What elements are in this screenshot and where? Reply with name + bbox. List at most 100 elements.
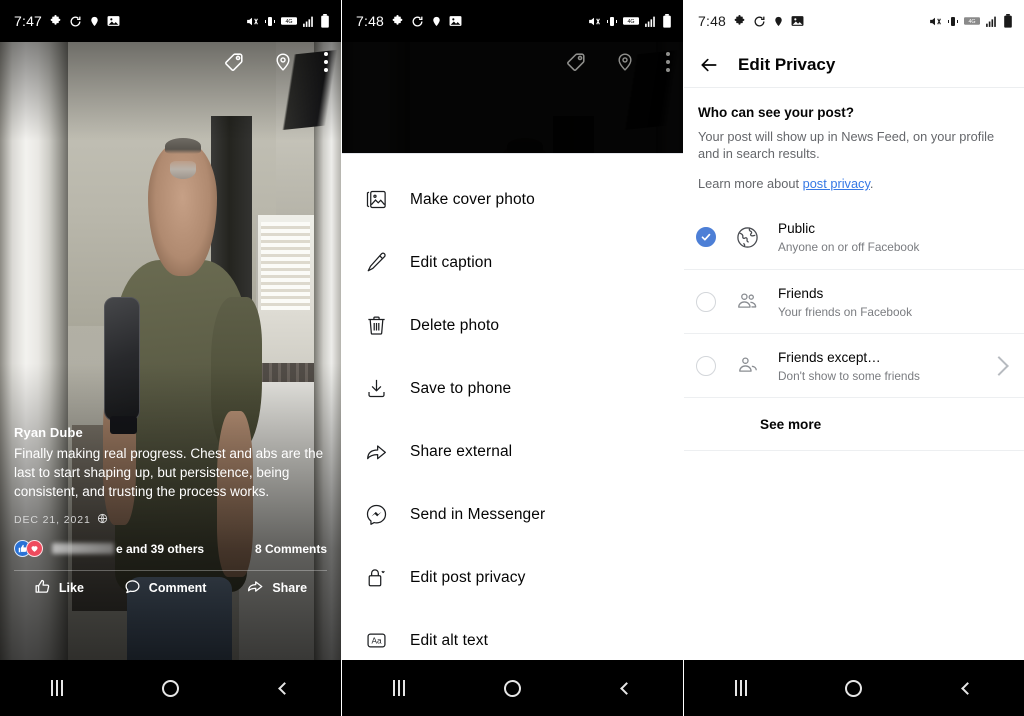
privacy-question: Who can see your post? bbox=[698, 105, 855, 120]
signal-icon bbox=[985, 15, 998, 28]
vibrate-icon bbox=[264, 15, 276, 28]
mute-icon bbox=[928, 15, 942, 28]
menu-item-label: Edit caption bbox=[410, 253, 493, 271]
privacy-option-public[interactable]: Public Anyone on or off Facebook bbox=[684, 205, 1024, 269]
signal-icon bbox=[302, 15, 315, 28]
panel-photo-view: 7:47 4G Ryan Dube Finally making real pr… bbox=[0, 0, 341, 716]
location-pin-icon[interactable] bbox=[615, 51, 635, 73]
radio-unchecked-icon[interactable] bbox=[696, 355, 716, 376]
share-arrow-icon bbox=[246, 578, 264, 598]
edit-privacy-body: Edit Privacy Who can see your post? Your… bbox=[684, 42, 1024, 660]
privacy-option-friends-except[interactable]: Friends except… Don't show to some frien… bbox=[684, 333, 1024, 397]
menu-item-save-to-phone[interactable]: Save to phone bbox=[342, 357, 683, 420]
battery-icon bbox=[662, 14, 672, 28]
back-icon[interactable] bbox=[939, 668, 995, 708]
thumbs-up-icon bbox=[34, 578, 51, 598]
reaction-count-label[interactable]: e and 39 others bbox=[52, 542, 204, 556]
location-icon bbox=[89, 15, 100, 28]
love-reaction-icon bbox=[26, 540, 43, 557]
more-options-icon[interactable] bbox=[321, 48, 331, 76]
post-date-row: DEC 21, 2021 bbox=[14, 513, 327, 527]
pencil-icon bbox=[364, 251, 388, 275]
status-time: 7:47 bbox=[14, 13, 43, 29]
mute-icon bbox=[245, 15, 259, 28]
post-date: DEC 21, 2021 bbox=[14, 514, 91, 526]
share-arrow-icon bbox=[364, 440, 388, 464]
svg-text:4G: 4G bbox=[627, 19, 634, 25]
vibrate-icon bbox=[947, 15, 959, 28]
privacy-option-desc: Your friends on Facebook bbox=[778, 304, 913, 319]
status-time: 7:48 bbox=[698, 13, 727, 29]
android-nav-bar bbox=[0, 660, 341, 716]
recents-icon[interactable] bbox=[713, 668, 769, 708]
back-icon[interactable] bbox=[256, 668, 312, 708]
4g-icon: 4G bbox=[623, 16, 639, 26]
status-bar: 7:47 4G bbox=[0, 0, 341, 42]
panel-photo-menu: 7:48 4G Make cover photo Edit caption De… bbox=[342, 0, 683, 716]
sync-icon bbox=[69, 15, 82, 28]
menu-item-send-in-messenger[interactable]: Send in Messenger bbox=[342, 483, 683, 546]
recents-icon[interactable] bbox=[371, 668, 427, 708]
recents-icon[interactable] bbox=[29, 668, 85, 708]
signal-icon bbox=[644, 15, 657, 28]
menu-item-make-cover-photo[interactable]: Make cover photo bbox=[342, 168, 683, 231]
status-bar: 7:48 4G bbox=[684, 0, 1024, 42]
photo-action-icons bbox=[565, 48, 673, 76]
android-nav-bar bbox=[684, 660, 1024, 716]
menu-item-delete-photo[interactable]: Delete photo bbox=[342, 294, 683, 357]
status-bar: 7:48 4G bbox=[342, 0, 683, 42]
menu-item-edit-post-privacy[interactable]: Edit post privacy bbox=[342, 546, 683, 609]
radio-unchecked-icon[interactable] bbox=[696, 291, 716, 312]
privacy-description: Your post will show up in News Feed, on … bbox=[698, 129, 995, 161]
post-reactions: e and 39 others 8 Comments bbox=[14, 540, 327, 557]
comment-button[interactable]: Comment bbox=[124, 578, 206, 598]
privacy-learn-more: Learn more about post privacy. bbox=[698, 176, 1010, 191]
radio-checked-icon[interactable] bbox=[696, 227, 716, 247]
location-pin-icon[interactable] bbox=[273, 51, 293, 73]
image-icon bbox=[107, 15, 120, 27]
location-icon bbox=[431, 15, 442, 28]
more-options-icon[interactable] bbox=[663, 48, 673, 76]
image-icon bbox=[791, 15, 804, 27]
like-label: Like bbox=[58, 580, 84, 595]
back-arrow-icon[interactable] bbox=[698, 54, 720, 76]
sync-icon bbox=[411, 15, 424, 28]
4g-icon: 4G bbox=[281, 16, 297, 26]
learn-prefix: Learn more about bbox=[698, 176, 803, 191]
privacy-option-friends[interactable]: Friends Your friends on Facebook bbox=[684, 269, 1024, 333]
back-icon[interactable] bbox=[598, 668, 654, 708]
menu-item-edit-caption[interactable]: Edit caption bbox=[342, 231, 683, 294]
like-button[interactable]: Like bbox=[34, 578, 84, 598]
tag-icon[interactable] bbox=[223, 51, 245, 73]
tag-icon[interactable] bbox=[565, 51, 587, 73]
privacy-option-title: Friends bbox=[778, 285, 824, 301]
privacy-option-text: Friends except… Don't show to some frien… bbox=[778, 349, 992, 383]
chevron-right-icon[interactable] bbox=[989, 355, 1009, 376]
home-icon[interactable] bbox=[142, 668, 198, 708]
comment-bubble-icon bbox=[124, 578, 141, 598]
menu-item-share-external[interactable]: Share external bbox=[342, 420, 683, 483]
post-privacy-link[interactable]: post privacy bbox=[803, 176, 870, 191]
see-more-button[interactable]: See more bbox=[684, 397, 1024, 451]
photo-frame-icon bbox=[364, 188, 388, 212]
privacy-option-title: Friends except… bbox=[778, 349, 881, 365]
privacy-option-text: Friends Your friends on Facebook bbox=[778, 285, 1012, 319]
post-caption: Finally making real progress. Chest and … bbox=[14, 446, 324, 499]
person-minus-icon bbox=[734, 353, 760, 379]
comment-count-label[interactable]: 8 Comments bbox=[255, 542, 327, 556]
status-time: 7:48 bbox=[356, 13, 385, 29]
post-photo[interactable]: Ryan Dube Finally making real progress. … bbox=[0, 42, 341, 660]
puzzle-icon bbox=[49, 14, 62, 28]
privacy-top-bar: Edit Privacy bbox=[684, 42, 1024, 88]
globe-icon bbox=[734, 224, 760, 250]
post-author[interactable]: Ryan Dube bbox=[14, 425, 327, 440]
three-panel-screenshot: 7:47 4G Ryan Dube Finally making real pr… bbox=[0, 0, 1024, 716]
alt-text-icon: Aa bbox=[364, 629, 388, 653]
two-people-icon bbox=[734, 289, 760, 315]
menu-item-label: Send in Messenger bbox=[410, 505, 546, 523]
home-icon[interactable] bbox=[826, 668, 882, 708]
share-button[interactable]: Share bbox=[246, 578, 307, 598]
battery-icon bbox=[1003, 14, 1013, 28]
home-icon[interactable] bbox=[484, 668, 540, 708]
photo-options-sheet: Make cover photo Edit caption Delete pho… bbox=[342, 153, 683, 660]
